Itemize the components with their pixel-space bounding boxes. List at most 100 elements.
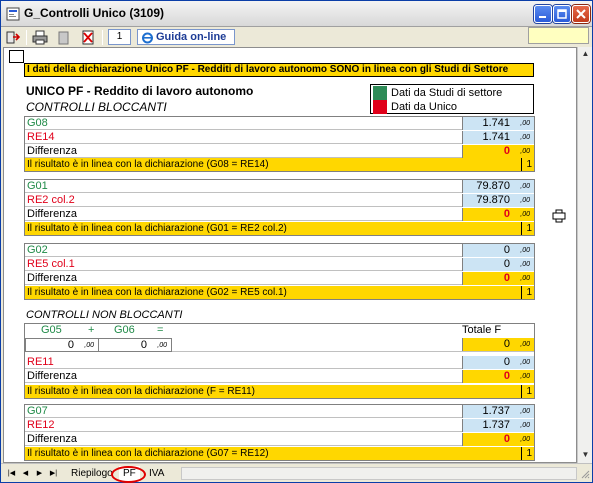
result-row: Il risultato è in linea con la dichiaraz…	[25, 158, 534, 171]
value-number: 0	[503, 370, 510, 382]
value-number: 0	[67, 339, 74, 351]
value-decimals: ,00	[520, 134, 530, 141]
result-text: Il risultato è in linea con la dichiaraz…	[27, 287, 287, 298]
value-cell[interactable]: 0,00	[462, 356, 534, 369]
next-sheet-icon[interactable]: ▶	[34, 468, 45, 479]
close-icon	[576, 9, 586, 19]
row-label: RE2 col.2	[27, 194, 75, 206]
last-sheet-icon[interactable]: ▶|	[48, 468, 59, 479]
value-cell[interactable]: 0,00	[462, 208, 534, 221]
legend-swatch-green	[373, 86, 387, 100]
value-cell[interactable]: 0,00	[462, 244, 534, 257]
value-cell[interactable]: 0,00	[462, 433, 534, 446]
close-button[interactable]	[572, 5, 590, 23]
value-number: 1.737	[482, 419, 510, 431]
result-text: Il risultato è in linea con la dichiaraz…	[27, 159, 269, 170]
value-decimals: ,00	[520, 183, 530, 190]
row-label: RE12	[27, 419, 55, 431]
value-cell[interactable]: 79.870 ,00	[462, 180, 534, 193]
section-title: UNICO PF - Reddito di lavoro autonomo	[26, 84, 254, 98]
prev-sheet-icon[interactable]: ◀	[20, 468, 31, 479]
check-block-g08: G08 1.741 ,00 RE14 1.741 ,00 Differenza 0,…	[24, 116, 535, 172]
print-icon[interactable]	[32, 30, 48, 45]
value-cell[interactable]: 0,00	[462, 145, 534, 158]
equals-sign: =	[157, 324, 164, 336]
value-decimals: ,00	[520, 120, 530, 127]
page-number-field[interactable]: 1	[108, 29, 131, 45]
value-cell[interactable]: 1.737 ,00	[462, 405, 534, 418]
value-number: 0	[503, 145, 510, 157]
non-blocking-subtitle: CONTROLLI NON BLOCCANTI	[26, 309, 183, 321]
value-decimals: ,00	[520, 341, 530, 348]
totale-label: Totale F	[462, 324, 502, 336]
app-window: G_Controlli Unico (3109) 1 Guida on-line…	[0, 0, 593, 483]
value-number: 1.741	[482, 117, 510, 129]
value-number: 1.737	[482, 405, 510, 417]
corner-cell[interactable]	[9, 50, 24, 63]
value-cell[interactable]: 1.741 ,00	[462, 131, 534, 144]
value-number: 0	[503, 433, 510, 445]
g05-field[interactable]: 0,00	[25, 338, 99, 352]
value-number: 79.870	[476, 180, 510, 192]
status-indicator	[528, 27, 589, 44]
vertical-scrollbar[interactable]: ▲ ▼	[577, 47, 592, 463]
table-row: RE2 col.2 79.870 ,00	[25, 194, 534, 207]
g06-field[interactable]: 0,00	[98, 338, 172, 352]
value-cell[interactable]: 79.870 ,00	[462, 194, 534, 207]
result-text: Il risultato è in linea con la dichiaraz…	[27, 448, 269, 459]
section-subtitle: CONTROLLI BLOCCANTI	[26, 100, 167, 114]
tab-iva[interactable]: IVA	[145, 466, 169, 482]
value-cell[interactable]: 0,00	[462, 370, 534, 383]
value-number: 1.741	[482, 131, 510, 143]
delete-icon[interactable]	[80, 30, 96, 45]
resize-grip-icon[interactable]	[579, 467, 590, 480]
table-row: Differenza 0,00	[25, 145, 534, 158]
value-number: 0	[140, 339, 147, 351]
value-decimals: ,00	[84, 342, 94, 349]
guida-online-button[interactable]: Guida on-line	[137, 29, 235, 45]
value-cell[interactable]: 1.741 ,00	[462, 117, 534, 130]
value-decimals: ,00	[520, 373, 530, 380]
value-cell[interactable]: 0,00	[462, 258, 534, 271]
check-block-g01: G01 79.870 ,00 RE2 col.2 79.870 ,00 Differ…	[24, 179, 535, 236]
scroll-down-icon[interactable]: ▼	[579, 449, 592, 461]
table-row: RE14 1.741 ,00	[25, 131, 534, 144]
ie-icon	[142, 32, 153, 44]
result-text: Il risultato è in linea con la dichiaraz…	[27, 223, 287, 234]
result-row: Il risultato è in linea con la dichiaraz…	[25, 286, 534, 299]
first-sheet-icon[interactable]: |◀	[6, 468, 17, 479]
row-label: RE11	[27, 356, 54, 368]
totale-cell[interactable]: 0,00	[462, 338, 534, 351]
check-block-g05-g06: G05 + G06 = Totale F 0,00 0,00 0,00 RE11…	[24, 323, 535, 399]
value-cell[interactable]: 1.737 ,00	[462, 419, 534, 432]
row-label: Differenza	[27, 433, 77, 445]
row-label: Differenza	[27, 272, 77, 284]
maximize-button[interactable]	[553, 5, 571, 23]
legend-item: Dati da Unico	[371, 100, 533, 114]
row-label: Differenza	[27, 208, 77, 220]
app-icon	[6, 7, 20, 21]
table-row: Differenza 0,00	[25, 370, 534, 383]
legend: Dati da Studi di settore Dati da Unico	[370, 84, 534, 114]
tab-riepilogo[interactable]: Riepilogo	[67, 466, 117, 482]
value-number: 0	[503, 244, 510, 256]
value-decimals: ,00	[520, 422, 530, 429]
value-decimals: ,00	[520, 275, 530, 282]
result-row: Il risultato è in linea con la dichiaraz…	[25, 447, 534, 460]
row-label: Differenza	[27, 145, 77, 157]
minimize-button[interactable]	[534, 5, 552, 23]
value-number: 0	[503, 258, 510, 270]
exit-icon[interactable]	[5, 30, 21, 45]
value-cell[interactable]: 0,00	[462, 272, 534, 285]
horizontal-scrollbar[interactable]	[181, 467, 577, 480]
copy-icon[interactable]	[56, 30, 72, 45]
value-decimals: ,00	[157, 342, 167, 349]
table-row: Differenza 0,00	[25, 272, 534, 285]
legend-label: Dati da Unico	[391, 101, 458, 113]
sheet-content: I dati della dichiarazione Unico PF - Re…	[3, 47, 577, 463]
value-number: 0	[503, 208, 510, 220]
table-row: Differenza 0,00	[25, 433, 534, 446]
scroll-up-icon[interactable]: ▲	[579, 48, 592, 60]
legend-label: Dati da Studi di settore	[391, 87, 503, 99]
move-cursor-icon	[552, 209, 566, 223]
